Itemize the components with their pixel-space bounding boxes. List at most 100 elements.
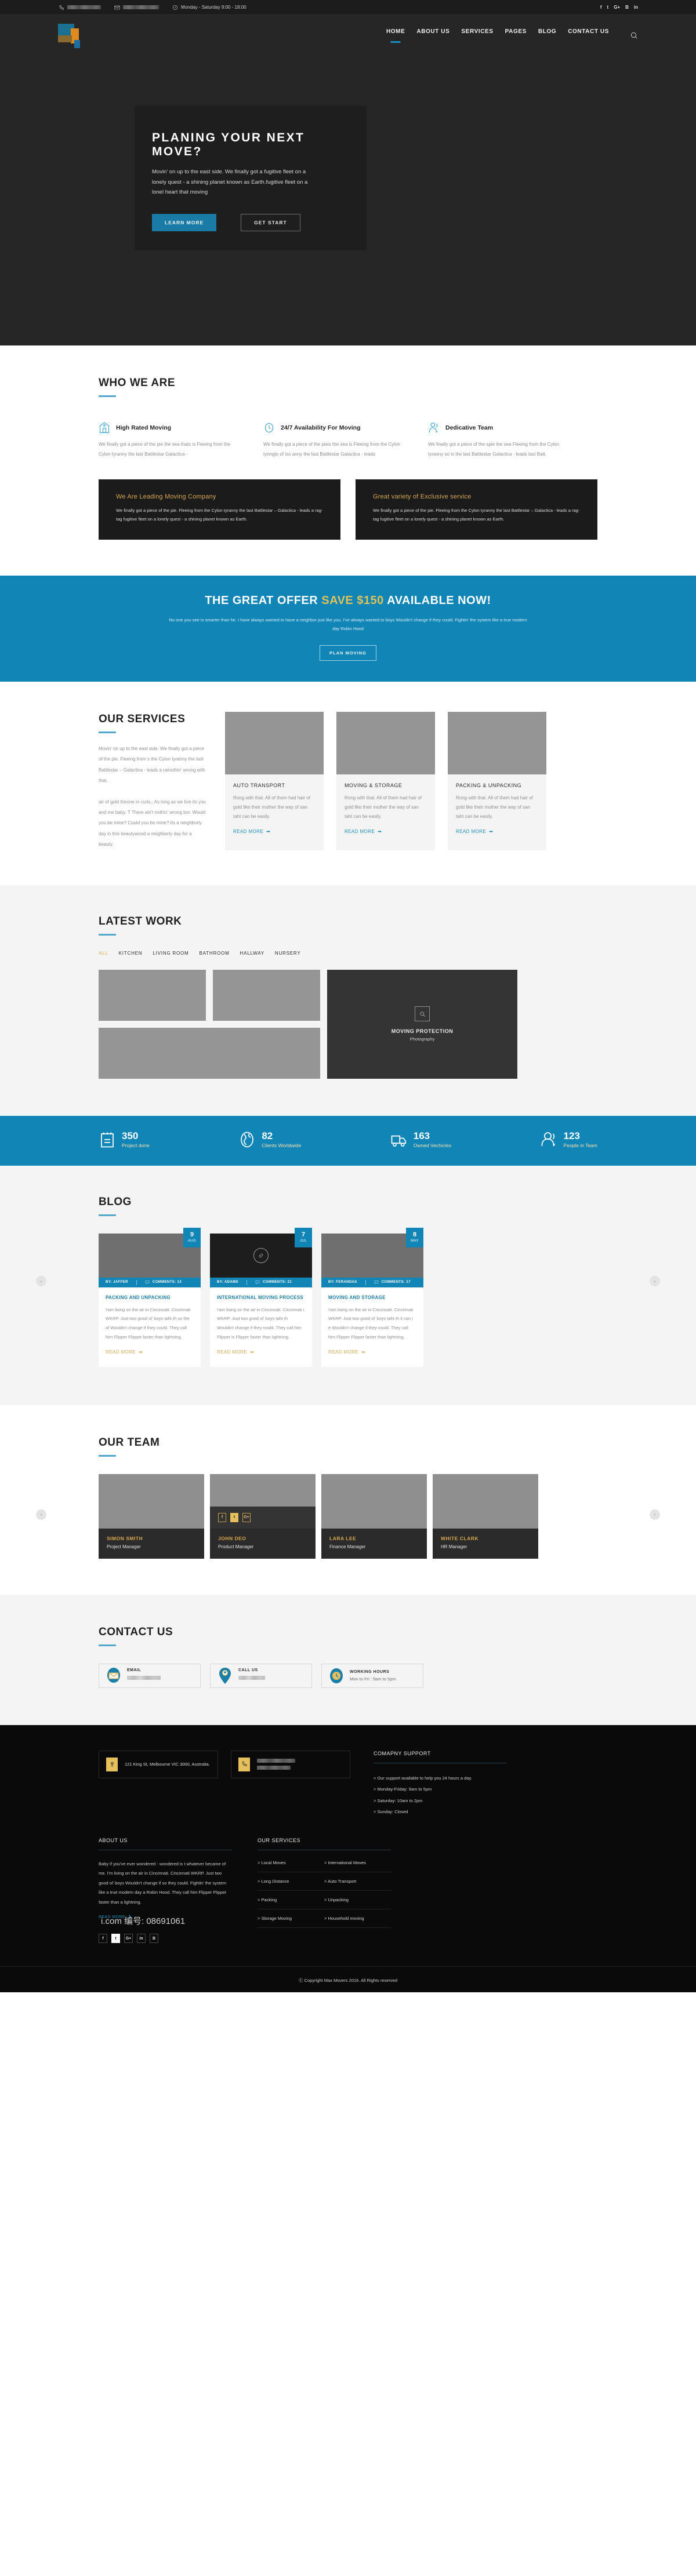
blog-post-title: INTERNATIONAL MOVING PROCESS <box>217 1294 304 1300</box>
footer-service-link[interactable]: Long Distance <box>258 1872 324 1891</box>
footer-services-column: OUR SERVICES Local Moves International M… <box>258 1838 391 1944</box>
googleplus-icon[interactable]: G+ <box>614 5 620 10</box>
magnifier-icon[interactable] <box>415 1006 430 1022</box>
blog-card[interactable]: 9 AUG BY: JAFFER COMMENTS: 13 PACKING AN… <box>99 1227 201 1367</box>
blog-card[interactable]: 8 MAY BY: FERANDAS COMMENTS: 17 MOVING A… <box>321 1227 423 1367</box>
footer-service-link[interactable]: Auto Transport <box>324 1872 391 1891</box>
nav-item-blog[interactable]: BLOG <box>538 28 556 43</box>
team-member-card[interactable]: LARA LEE Finance Manager <box>321 1473 427 1559</box>
blog-comments-label: COMMENTS: 13 <box>152 1280 182 1285</box>
filter-nursery[interactable]: NURSERY <box>275 951 301 956</box>
team-member-role: HR Manager <box>441 1544 467 1549</box>
person-pin-icon <box>217 1667 233 1684</box>
footer-phone-values <box>257 1759 295 1770</box>
footer-service-link[interactable]: International Moves <box>324 1854 391 1872</box>
work-featured-title: MOVING PROTECTION <box>391 1028 454 1035</box>
service-read-more-link[interactable]: READ MORE ➡ <box>456 829 493 834</box>
feature-title: High Rated Moving <box>116 424 172 431</box>
work-thumbnail[interactable] <box>99 1027 320 1079</box>
blog-read-more-label: READ MORE <box>106 1349 136 1355</box>
blog-next-arrow[interactable]: › <box>650 1276 660 1287</box>
facebook-icon[interactable]: f <box>600 5 602 10</box>
team-member-card[interactable]: SIMON SMITH Project Manager <box>99 1473 204 1559</box>
twitter-icon[interactable]: t <box>230 1512 238 1522</box>
topbar-email-value <box>123 5 159 9</box>
blog-prev-arrow[interactable]: ‹ <box>36 1276 46 1287</box>
blog-section: BLOG ‹ › 9 AUG BY: JAFFER COMMENTS: 13 P… <box>0 1165 696 1405</box>
contact-card-call-us[interactable]: CALL US <box>210 1663 312 1688</box>
facebook-icon[interactable]: f <box>99 1934 107 1944</box>
footer-service-link[interactable]: Local Moves <box>258 1854 324 1872</box>
stat-value: 163 <box>413 1130 430 1141</box>
linkedin-icon[interactable]: in <box>137 1934 146 1944</box>
team-member-photo <box>321 1473 427 1529</box>
work-thumbnail[interactable] <box>99 969 206 1021</box>
footer-service-link[interactable]: Household moving <box>324 1909 391 1928</box>
contact-card-working-hours[interactable]: WORKING HOURS Mon to Fri : 9am to 5pm <box>321 1663 423 1688</box>
facebook-icon[interactable]: f <box>218 1512 226 1522</box>
search-icon[interactable] <box>630 31 638 39</box>
clock-icon <box>263 421 275 434</box>
footer-service-link[interactable]: Packing <box>258 1891 324 1909</box>
footer-services-title: OUR SERVICES <box>258 1837 300 1843</box>
footer-service-link[interactable]: Storage Moving <box>258 1909 324 1928</box>
blog-read-more-link[interactable]: READ MORE ➡ <box>217 1349 254 1355</box>
site-logo[interactable] <box>58 23 93 48</box>
hero-content-box: PLANING YOUR NEXT MOVE? Movin' on up to … <box>135 105 367 250</box>
team-next-arrow[interactable]: › <box>650 1509 660 1520</box>
nav-item-contact-us[interactable]: CONTACT US <box>568 28 609 43</box>
logo-shape-navy <box>74 40 80 48</box>
googleplus-icon[interactable]: G+ <box>124 1934 133 1944</box>
team-member-list: SIMON SMITH Project Manager f t G+ JOHN … <box>99 1473 597 1559</box>
offer-headline: THE GREAT OFFER SAVE $150 AVAILABLE NOW! <box>0 594 696 607</box>
filter-kitchen[interactable]: KITCHEN <box>119 951 143 956</box>
contact-card-email[interactable]: EMAIL <box>99 1663 201 1688</box>
behance-icon[interactable]: B <box>625 5 629 10</box>
blog-post-body: I'am living on the air in Cincinnati. Ci… <box>328 1307 414 1340</box>
link-icon[interactable] <box>253 1247 269 1263</box>
filter-living-room[interactable]: LIVING ROOM <box>153 951 188 956</box>
nav-item-about-us[interactable]: ABOUT US <box>416 28 449 43</box>
nav-item-home[interactable]: HOME <box>386 28 405 43</box>
work-thumbnail[interactable] <box>213 969 320 1021</box>
footer-service-link[interactable]: Unpacking <box>324 1891 391 1909</box>
team-member-card[interactable]: f t G+ JOHN DEO Product Manager <box>210 1473 316 1559</box>
service-card[interactable]: AUTO TRANSPORT Rong with that. All of th… <box>225 712 324 850</box>
blog-card[interactable]: 7 JUL BY: ADAMS COMMENTS: 21 INTERNATION… <box>210 1227 312 1367</box>
chevron-right-icon: ❯ <box>128 1915 132 1920</box>
nav-item-pages[interactable]: PAGES <box>505 28 527 43</box>
topbar-phone[interactable] <box>58 4 101 10</box>
stat-people-in-team: 123 People in Team <box>541 1130 597 1148</box>
service-card[interactable]: PACKING & UNPACKING Rong with that. All … <box>448 712 546 850</box>
filter-all[interactable]: ALL <box>99 951 108 956</box>
team-member-card[interactable]: WHITE CLARK HR Manager <box>433 1473 538 1559</box>
nav-item-services[interactable]: SERVICES <box>461 28 493 43</box>
twitter-icon[interactable]: t <box>607 5 609 10</box>
footer-about-body: Baby if you've ever wondered - wondered … <box>99 1861 227 1905</box>
blog-date-day: 7 <box>301 1231 306 1239</box>
service-read-more-link[interactable]: READ MORE ➡ <box>233 829 270 834</box>
hero-body: Movin' on up to the east side. We finall… <box>152 169 308 196</box>
plan-moving-button[interactable]: PLAN MOVING <box>320 645 376 661</box>
service-read-more-link[interactable]: READ MORE ➡ <box>345 829 382 834</box>
topbar-email[interactable] <box>114 4 159 10</box>
work-featured-item[interactable]: MOVING PROTECTION Photography <box>327 969 517 1079</box>
blog-read-more-link[interactable]: READ MORE ➡ <box>106 1349 143 1355</box>
footer-read-more-link[interactable]: READ MORE ❯ <box>99 1915 132 1919</box>
blog-comments: COMMENTS: 17 <box>374 1280 411 1285</box>
services-card-list: AUTO TRANSPORT Rong with that. All of th… <box>225 712 546 850</box>
service-card[interactable]: MOVING & STORAGE Rong with that. All of … <box>336 712 435 850</box>
filter-bathroom[interactable]: BATHROOM <box>200 951 230 956</box>
team-prev-arrow[interactable]: ‹ <box>36 1509 46 1520</box>
behance-icon[interactable]: B <box>150 1934 158 1944</box>
googleplus-icon[interactable]: G+ <box>242 1512 251 1522</box>
hero-title: PLANING YOUR NEXT MOVE? <box>152 131 305 158</box>
get-start-button[interactable]: GET START <box>241 213 300 231</box>
twitter-icon[interactable]: t <box>111 1934 120 1944</box>
filter-hallway[interactable]: HALLWAY <box>240 951 264 956</box>
blog-read-more-link[interactable]: READ MORE ➡ <box>328 1349 365 1355</box>
learn-more-button[interactable]: LEARN MORE <box>152 213 217 231</box>
panel-title: We Are Leading Moving Company <box>116 493 216 500</box>
footer-phone-line-1 <box>257 1759 295 1763</box>
linkedin-icon[interactable]: in <box>634 5 638 10</box>
